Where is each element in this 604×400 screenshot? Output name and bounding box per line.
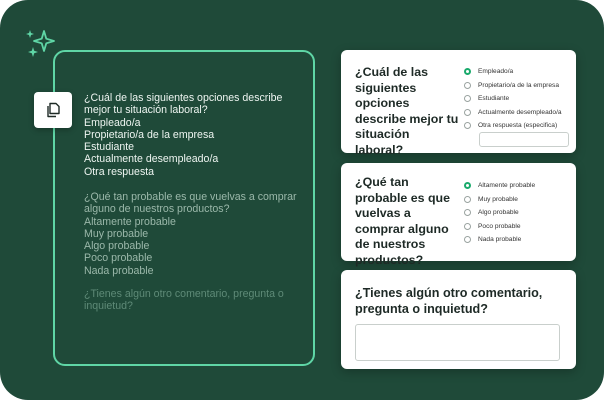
copy-button[interactable] [34, 92, 72, 128]
radio-label: Muy probable [478, 195, 518, 203]
plain-option: Propietario/a de la empresa [84, 128, 215, 141]
radio-unselected[interactable] [464, 209, 471, 217]
radio-option-propietario[interactable]: Propietario/a de la empresa [464, 79, 562, 93]
survey-card-likelihood: ¿Qué tan probable es que vuelvas a compr… [341, 163, 576, 267]
plain-option: Algo probable [84, 240, 150, 253]
plain-question-1-prompt: ¿Cuál de las siguientes opciones describ… [84, 92, 283, 117]
radio-label: Propietario/a de la empresa [478, 81, 560, 89]
plain-option: Actualmente desempleado/a [84, 153, 219, 166]
radio-label: Empleado/a [478, 68, 514, 76]
radio-label: Otra respuesta (especifica) [478, 122, 558, 130]
radio-option-otra[interactable]: Otra respuesta (especifica) [464, 119, 562, 133]
comments-textarea[interactable] [355, 324, 560, 361]
plain-question-1: ¿Cuál de las siguientes opciones describ… [84, 92, 299, 178]
radio-option-nada[interactable]: Nada probable [464, 233, 535, 247]
question-title: ¿Tienes algún otro comentario, pregunta … [355, 286, 543, 316]
survey-card-comments: ¿Tienes algún otro comentario, pregunta … [341, 270, 576, 369]
plain-option: Estudiante [84, 141, 135, 154]
radio-unselected[interactable] [464, 236, 471, 244]
plain-question-3-prompt: ¿Tienes algún otro comentario, pregunta … [84, 288, 284, 313]
radio-unselected[interactable] [464, 108, 471, 116]
radio-label: Nada probable [478, 236, 522, 244]
plain-question-2-prompt: ¿Qué tan probable es que vuelvas a compr… [84, 191, 297, 216]
plain-option: Empleado/a [84, 116, 141, 129]
copy-icon [47, 102, 60, 118]
other-response-input[interactable] [479, 132, 569, 147]
radio-option-estudiante[interactable]: Estudiante [464, 92, 562, 106]
radio-selected[interactable] [464, 182, 471, 190]
radio-option-desempleado[interactable]: Actualmente desempleado/a [464, 106, 562, 120]
radio-option-algo[interactable]: Algo probable [464, 206, 535, 220]
plain-option: Muy probable [84, 227, 149, 240]
radio-unselected[interactable] [464, 222, 471, 230]
radio-option-altamente[interactable]: Altamente probable [464, 179, 535, 193]
plain-question-3: ¿Tienes algún otro comentario, pregunta … [84, 288, 299, 313]
plain-option: Poco probable [84, 252, 153, 265]
plain-question-2: ¿Qué tan probable es que vuelvas a compr… [84, 191, 299, 277]
app-canvas: ¿Cuál de las siguientes opciones describ… [0, 0, 604, 400]
plain-option: Altamente probable [84, 215, 176, 228]
radio-unselected[interactable] [464, 81, 471, 89]
radio-unselected[interactable] [464, 195, 471, 203]
radio-label: Estudiante [478, 95, 510, 103]
radio-unselected[interactable] [464, 122, 471, 130]
plain-option: Otra respuesta [84, 165, 155, 178]
radio-unselected[interactable] [464, 95, 471, 103]
radio-label: Actualmente desempleado/a [478, 108, 562, 116]
question-title: ¿Cuál de las siguientes opciones describ… [355, 65, 459, 157]
radio-label: Algo probable [478, 209, 519, 217]
radio-option-muy[interactable]: Muy probable [464, 193, 535, 207]
radio-group-employment: Empleado/a Propietario/a de la empresa E… [464, 65, 562, 133]
radio-group-likelihood: Altamente probable Muy probable Algo pro… [464, 179, 535, 247]
survey-card-employment: ¿Cuál de las siguientes opciones describ… [341, 50, 576, 157]
radio-selected[interactable] [464, 68, 471, 76]
radio-option-poco[interactable]: Poco probable [464, 220, 535, 234]
question-title: ¿Qué tan probable es que vuelvas a compr… [355, 175, 451, 267]
radio-option-empleado[interactable]: Empleado/a [464, 65, 562, 79]
radio-label: Altamente probable [478, 182, 536, 190]
plain-option: Nada probable [84, 264, 154, 277]
radio-label: Poco probable [478, 222, 521, 230]
